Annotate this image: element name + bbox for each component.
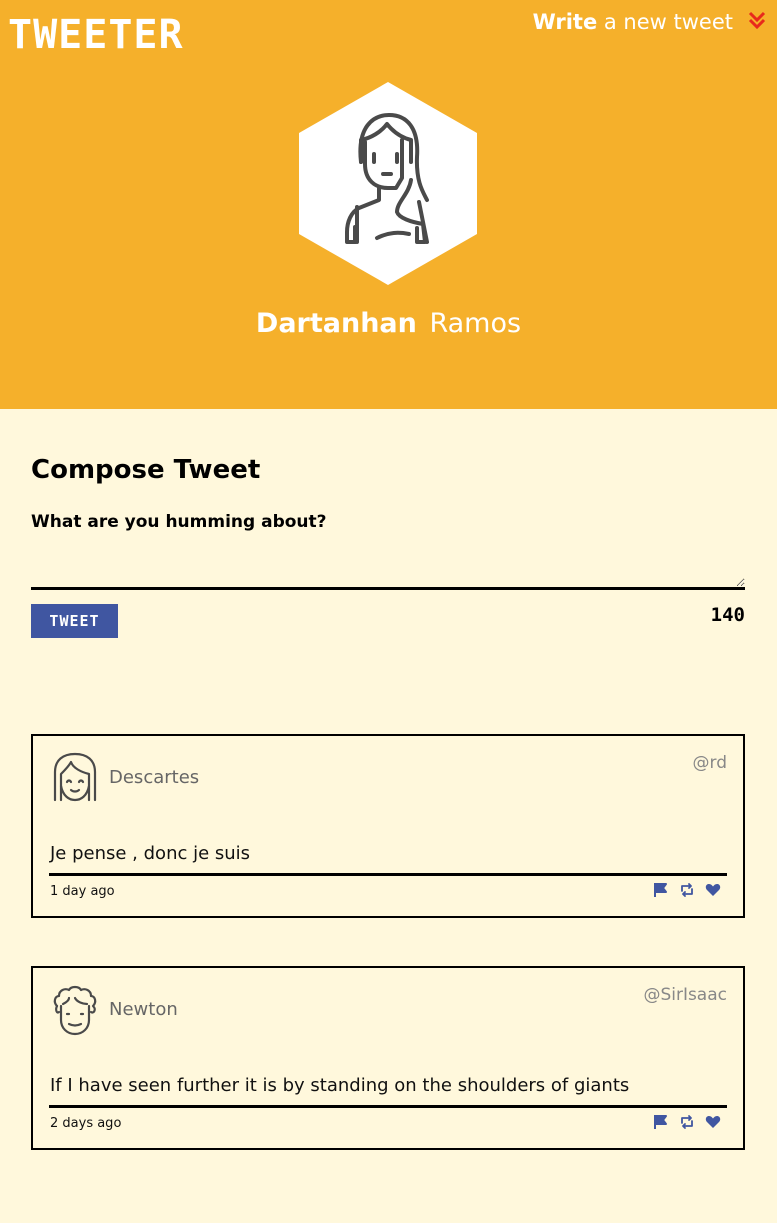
- tweet-author-handle: @SirIsaac: [643, 985, 727, 1005]
- write-new-tweet-label: Write a new tweet: [532, 10, 733, 34]
- tweet-actions: [653, 1114, 721, 1130]
- compose-prompt: What are you humming about?: [31, 512, 327, 532]
- tweet-actions: [653, 882, 721, 898]
- tweet-content: Je pense , donc je suis: [50, 843, 251, 864]
- tweet-timestamp: 1 day ago: [50, 884, 115, 899]
- tweet-author-handle: @rd: [692, 753, 727, 773]
- tweet-author-name: Newton: [109, 999, 178, 1020]
- compose-section: Compose Tweet What are you humming about…: [31, 455, 745, 638]
- heart-icon[interactable]: [705, 1114, 721, 1130]
- heart-icon[interactable]: [705, 882, 721, 898]
- profile-avatar: [299, 82, 477, 285]
- tweet-content: If I have seen further it is by standing…: [50, 1075, 630, 1096]
- retweet-icon[interactable]: [679, 1114, 695, 1130]
- flag-icon[interactable]: [653, 1114, 669, 1130]
- compose-title: Compose Tweet: [31, 455, 261, 485]
- girl-avatar-icon: [51, 752, 99, 804]
- divider: [49, 1105, 727, 1108]
- profile-header: TWEETER Write a new tweet Dartanhan Ramo…: [0, 0, 777, 409]
- retweet-icon[interactable]: [679, 882, 695, 898]
- app-logo[interactable]: TWEETER: [8, 12, 184, 58]
- tweet-textarea[interactable]: [31, 537, 745, 590]
- tweet-timestamp: 2 days ago: [50, 1116, 122, 1131]
- divider: [49, 873, 727, 876]
- tweet-card: Descartes @rd Je pense , donc je suis 1 …: [31, 734, 745, 918]
- double-chevron-down-icon[interactable]: [747, 10, 767, 34]
- write-new-tweet-link[interactable]: Write a new tweet: [533, 10, 767, 34]
- tweet-card: Newton @SirIsaac If I have seen further …: [31, 966, 745, 1150]
- char-counter: 140: [710, 604, 745, 626]
- profile-name: Dartanhan Ramos: [255, 308, 522, 339]
- tweet-button[interactable]: TWEET: [31, 604, 118, 638]
- tweet-author-name: Descartes: [109, 767, 200, 788]
- curly-man-avatar-icon: [51, 984, 99, 1036]
- flag-icon[interactable]: [653, 882, 669, 898]
